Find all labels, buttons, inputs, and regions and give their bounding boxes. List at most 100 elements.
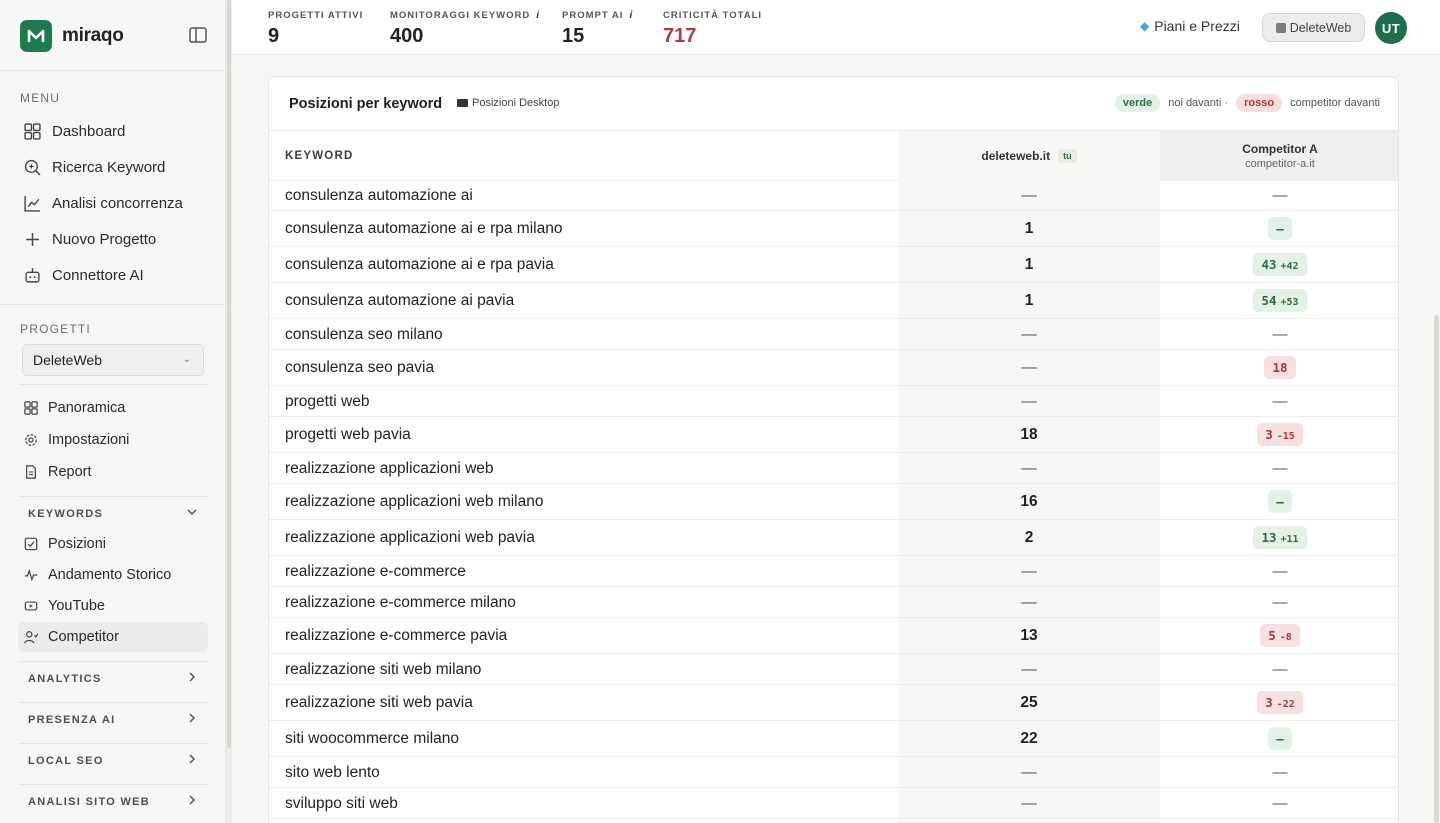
table-row[interactable]: consulenza automazione ai — —: [269, 181, 1398, 211]
column-competitor[interactable]: Competitor A competitor-a.it: [1160, 131, 1398, 181]
competitor-position-cell: 3 -15: [1160, 423, 1398, 446]
group-analytics[interactable]: ANALYTICS: [18, 664, 208, 694]
table-row[interactable]: consulenza automazione ai pavia 1 54 +53: [269, 283, 1398, 319]
nav-dashboard[interactable]: Dashboard: [18, 116, 208, 146]
keyword-cell: realizzazione applicazioni web pavia: [285, 529, 535, 546]
competitor-position-cell: —: [1160, 393, 1398, 411]
nav-youtube[interactable]: YouTube: [18, 591, 208, 621]
badge-delta: +11: [1280, 534, 1299, 545]
stat-progetti-attivi: PROGETTI ATTIVI 9: [268, 10, 363, 48]
own-position-cell: 22: [1020, 730, 1038, 747]
nav-label: Dashboard: [52, 122, 126, 140]
table-row[interactable]: progetti web pavia 18 3 -15: [269, 417, 1398, 453]
group-label: ANALYTICS: [28, 673, 102, 685]
nav-posizioni[interactable]: Posizioni: [18, 529, 208, 559]
document-icon: [26, 465, 36, 479]
own-position-cell: —: [1021, 326, 1037, 343]
brand-name: miraqo: [62, 25, 124, 46]
own-position-cell: 1: [1024, 292, 1034, 309]
nav-label: Ricerca Keyword: [52, 158, 166, 176]
competitor-position-cell: –: [1160, 217, 1398, 240]
desktop-badge-label: Posizioni Desktop: [472, 97, 560, 109]
group-analisi-sito-web[interactable]: ANALISI SITO WEB: [18, 787, 208, 817]
competitor-position-cell: –: [1160, 490, 1398, 513]
table-row[interactable]: realizzazione e-commerce — —: [269, 556, 1398, 587]
table-row[interactable]: consulenza seo pavia — 18: [269, 350, 1398, 386]
keyword-cell: realizzazione siti web milano: [285, 661, 482, 678]
stat-value: 9: [268, 25, 280, 47]
brand[interactable]: miraqo: [20, 20, 124, 52]
sidebar-scrollbar[interactable]: [226, 0, 232, 823]
competitor-position-cell: 43 +42: [1160, 253, 1398, 276]
badge-value: 3: [1265, 695, 1273, 710]
youtube-icon: [24, 601, 38, 611]
table-row[interactable]: progetti web — —: [269, 386, 1398, 417]
column-own-domain[interactable]: deleteweb.it tu: [898, 131, 1160, 181]
plans-link[interactable]: ◆ Piani e Prezzi: [1140, 18, 1240, 34]
nav-ricerca-keyword[interactable]: Ricerca Keyword: [18, 152, 208, 182]
info-icon[interactable]: i: [629, 10, 633, 21]
stat-value: 717: [663, 25, 697, 47]
competitor-position-cell: —: [1160, 795, 1398, 813]
nav-connettore-ai[interactable]: Connettore AI: [18, 260, 208, 290]
page-scrollbar[interactable]: [1434, 315, 1439, 823]
table-row[interactable]: realizzazione e-commerce pavia 13 5 -8: [269, 618, 1398, 654]
stat-label: PROGETTI ATTIVI: [268, 10, 364, 21]
nav-panoramica[interactable]: Panoramica: [18, 393, 208, 423]
keyword-cell: consulenza automazione ai e rpa milano: [285, 220, 563, 237]
scrollbar-thumb[interactable]: [227, 0, 231, 748]
table-row[interactable]: realizzazione e-commerce milano — —: [269, 587, 1398, 618]
menu-label: MENU: [20, 91, 61, 105]
diamond-icon: ◆: [1140, 19, 1150, 33]
users-icon: [24, 631, 38, 644]
group-keywords[interactable]: KEYWORDS: [18, 499, 208, 529]
table-row[interactable]: consulenza automazione ai e rpa pavia 1 43…: [269, 247, 1398, 283]
position-badge-ahead: 43 +42: [1253, 253, 1307, 276]
search-icon: [24, 159, 41, 175]
divider: [18, 702, 208, 703]
nav-analisi-concorrenza[interactable]: Analisi concorrenza: [18, 188, 208, 218]
badge-value: 54: [1261, 293, 1277, 308]
table-row[interactable]: consulenza automazione ai e rpa milano 1 –: [269, 211, 1398, 247]
project-select[interactable]: DeleteWeb ⌄: [22, 344, 204, 376]
table-row[interactable]: realizzazione siti web milano — —: [269, 654, 1398, 685]
table-row[interactable]: sviluppo siti web — —: [269, 788, 1398, 819]
table-row[interactable]: siti woocommerce milano 22 –: [269, 721, 1398, 757]
sidebar-toggle-icon[interactable]: [188, 26, 208, 44]
competitor-name: Competitor A: [1242, 142, 1318, 156]
table-row[interactable]: consulenza seo milano — —: [269, 319, 1398, 350]
info-icon[interactable]: i: [536, 10, 540, 21]
avatar[interactable]: UT: [1375, 12, 1407, 44]
own-domain-label: deleteweb.it: [981, 149, 1051, 163]
project-button[interactable]: DeleteWeb: [1262, 13, 1365, 42]
table-header: KEYWORD deleteweb.it tu Competitor A com…: [269, 131, 1398, 181]
keyword-cell: siti woocommerce milano: [285, 730, 459, 747]
legend-green-pill: verde: [1114, 94, 1161, 112]
stat-value: 15: [562, 25, 585, 47]
competitor-position-cell: —: [1160, 326, 1398, 344]
competitor-position-cell: —: [1160, 563, 1398, 581]
table-row[interactable]: realizzazione siti web pavia 25 3 -22: [269, 685, 1398, 721]
own-position-cell: —: [1021, 563, 1037, 580]
nav-competitor[interactable]: Competitor: [18, 622, 208, 652]
group-local-seo[interactable]: LOCAL SEO: [18, 746, 208, 776]
nav-andamento-storico[interactable]: Andamento Storico: [18, 560, 208, 590]
table-row[interactable]: realizzazione applicazioni web milano 16 –: [269, 484, 1398, 520]
group-presenza-ai[interactable]: PRESENZA AI: [18, 705, 208, 735]
legend: verde noi davanti · rosso competitor dav…: [1114, 94, 1380, 112]
keyword-cell: realizzazione e-commerce: [285, 563, 466, 580]
position-badge-behind: 3 -15: [1257, 423, 1303, 446]
column-keyword[interactable]: KEYWORD: [285, 150, 353, 162]
table-row[interactable]: sito web lento — —: [269, 757, 1398, 788]
nav-impostazioni[interactable]: Impostazioni: [18, 425, 208, 455]
empty-position: —: [1272, 594, 1288, 611]
table-row[interactable]: realizzazione applicazioni web — —: [269, 453, 1398, 484]
competitor-domain: competitor-a.it: [1245, 158, 1315, 170]
nav-nuovo-progetto[interactable]: Nuovo Progetto: [18, 224, 208, 254]
position-badge-ahead: 13 +11: [1253, 526, 1307, 549]
position-badge-ahead: –: [1268, 217, 1292, 240]
table-row[interactable]: realizzazione applicazioni web pavia 2 13 +…: [269, 520, 1398, 556]
checkbox-icon: [24, 537, 38, 551]
nav-report[interactable]: Report: [18, 457, 208, 487]
own-position-cell: 2: [1024, 529, 1034, 546]
